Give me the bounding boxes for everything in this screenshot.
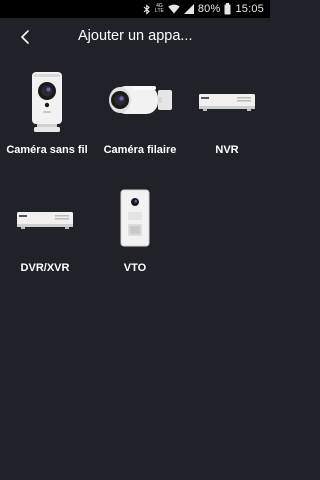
chevron-left-icon — [21, 30, 29, 44]
status-bar: 4G LTE 80% 15:05 — [0, 0, 270, 18]
device-wireless-camera[interactable]: Caméra sans fil — [2, 66, 92, 176]
device-label: DVR/XVR — [20, 262, 70, 274]
device-nvr[interactable]: NVR — [182, 66, 272, 176]
page-title: Ajouter un appa... — [78, 28, 193, 44]
door-station-icon — [95, 184, 175, 256]
device-label: Caméra filaire — [103, 144, 177, 156]
clock: 15:05 — [235, 3, 264, 15]
device-label: VTO — [123, 262, 147, 274]
wifi-icon — [168, 4, 180, 14]
device-vto[interactable]: VTO — [90, 184, 180, 294]
device-dvr-xvr[interactable]: DVR/XVR — [0, 184, 90, 294]
device-label: NVR — [215, 144, 239, 156]
wireless-camera-icon — [7, 66, 87, 138]
dvr-recorder-icon — [5, 184, 85, 256]
back-button[interactable] — [14, 26, 36, 48]
nvr-recorder-icon — [187, 66, 267, 138]
bluetooth-icon — [143, 3, 151, 15]
app-header: Ajouter un appa... — [0, 18, 270, 56]
device-label: Caméra sans fil — [6, 144, 88, 156]
battery-icon — [224, 3, 231, 15]
bullet-camera-icon — [100, 66, 180, 138]
signal-icon — [183, 4, 194, 14]
device-wired-camera[interactable]: Caméra filaire — [95, 66, 185, 176]
battery-percent: 80% — [197, 3, 221, 15]
network-type-bottom: LTE — [155, 8, 164, 14]
network-type-indicator: 4G LTE — [155, 4, 164, 14]
